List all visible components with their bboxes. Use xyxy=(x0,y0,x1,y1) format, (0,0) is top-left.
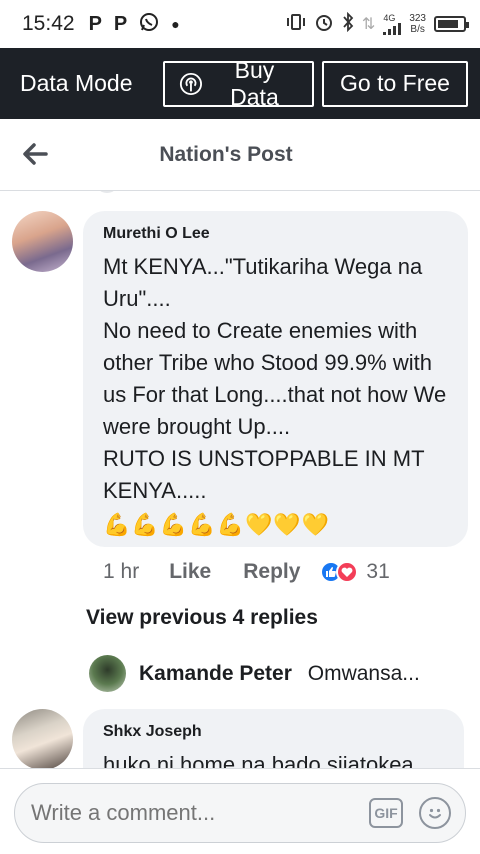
comment-actions: 1 hr Like Reply 31 xyxy=(103,557,390,587)
battery-icon xyxy=(434,16,469,32)
page-title: Nation's Post xyxy=(159,142,293,166)
comment-composer[interactable]: GIF xyxy=(14,783,466,843)
battery-level xyxy=(438,20,458,28)
comment-time[interactable]: 1 hr xyxy=(103,560,139,584)
love-reaction-icon xyxy=(336,561,359,583)
reply-snippet: Omwansa... xyxy=(307,662,420,685)
network-type: 4G xyxy=(383,12,396,23)
whatsapp-icon xyxy=(139,12,159,37)
net-speed-value: 323 xyxy=(409,13,426,24)
status-bar: 15:42 P P ● ⇅ 4G 323 B/s xyxy=(0,0,480,48)
comment-text: Mt KENYA..."Tutikariha Wega na Uru".... … xyxy=(103,254,447,503)
buy-data-label: Buy Data xyxy=(230,56,279,110)
comments-list[interactable]: Murethi O Lee Mt KENYA..."Tutikariha Weg… xyxy=(0,191,480,768)
avatar[interactable] xyxy=(89,655,126,692)
comment-input[interactable] xyxy=(31,800,369,826)
reply-author: Kamande Peter xyxy=(139,662,292,685)
alarm-icon xyxy=(314,12,334,37)
reply-button[interactable]: Reply xyxy=(243,560,300,584)
like-button[interactable]: Like xyxy=(169,560,211,584)
net-speed: 323 B/s xyxy=(409,13,426,35)
post-header: Nation's Post xyxy=(0,119,480,191)
data-mode-label: Data Mode xyxy=(20,70,133,96)
dot-icon: ● xyxy=(171,16,180,32)
data-transfer-icon: ⇅ xyxy=(361,16,376,33)
gif-button[interactable]: GIF xyxy=(369,798,403,828)
reactions[interactable] xyxy=(320,561,359,583)
comment-bubble[interactable]: Murethi O Lee Mt KENYA..."Tutikariha Weg… xyxy=(83,211,468,547)
back-arrow-icon xyxy=(23,143,48,165)
comment-emojis: 💪💪💪💪💪💛💛💛 xyxy=(103,512,331,537)
avatar[interactable] xyxy=(12,211,73,272)
reply-preview[interactable]: Kamande Peter Omwansa... xyxy=(139,662,420,686)
vibrate-icon xyxy=(286,13,306,36)
status-time: 15:42 xyxy=(22,12,75,35)
avatar[interactable] xyxy=(12,709,73,768)
bluetooth-icon xyxy=(342,11,354,37)
previous-avatar-edge xyxy=(95,191,119,193)
reaction-count[interactable]: 31 xyxy=(366,560,389,584)
back-button[interactable] xyxy=(20,139,50,169)
notification-p-icon: P xyxy=(88,12,102,35)
notification-p-icon: P xyxy=(113,12,128,35)
signal-icon: 4G xyxy=(383,12,402,35)
emoji-icon[interactable] xyxy=(419,797,451,829)
view-previous-replies-link[interactable]: View previous 4 replies xyxy=(86,606,318,630)
comment-composer-bar: GIF xyxy=(0,768,480,854)
buy-data-button[interactable]: Buy Data xyxy=(163,57,314,110)
comment-author[interactable]: Shkx Joseph xyxy=(103,723,444,741)
comment-bubble[interactable]: Shkx Joseph huko ni home na bado sijatok… xyxy=(83,709,464,768)
data-mode-bar: Data Mode Buy Data Go to Free xyxy=(0,48,480,119)
comment-text: huko ni home na bado sijatokea xyxy=(103,752,414,768)
comment-author[interactable]: Murethi O Lee xyxy=(103,225,448,243)
go-to-free-button[interactable]: Go to Free xyxy=(322,60,468,107)
net-speed-unit: B/s xyxy=(410,24,425,35)
broadcast-icon xyxy=(179,72,203,95)
